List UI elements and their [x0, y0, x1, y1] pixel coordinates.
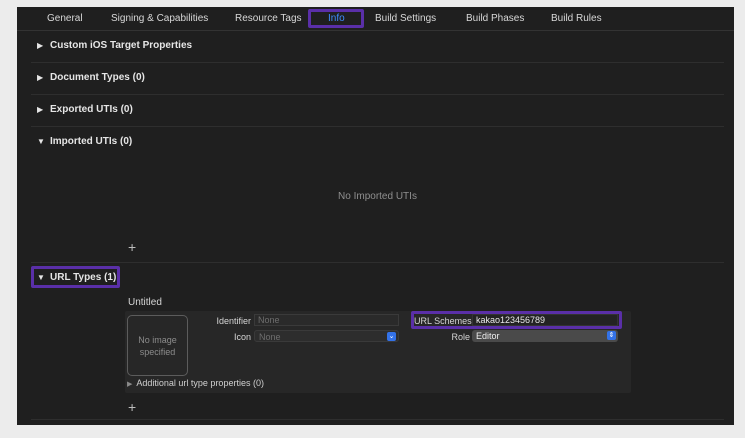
- url-type-name: Untitled: [128, 297, 162, 308]
- identifier-label: Identifier: [216, 316, 251, 326]
- section-title: Custom iOS Target Properties: [50, 40, 193, 51]
- empty-state-text: No Imported UTIs: [338, 191, 417, 202]
- section-header-custom[interactable]: ▶ Custom iOS Target Properties: [37, 40, 192, 51]
- additional-properties-row[interactable]: ▶ Additional url type properties (0): [127, 378, 264, 388]
- disclosure-expanded-icon[interactable]: ▼: [37, 137, 47, 146]
- section-title: Document Types (0): [50, 72, 145, 83]
- role-label: Role: [451, 332, 470, 342]
- section-title: Imported UTIs (0): [50, 136, 133, 147]
- tab-build-phases[interactable]: Build Phases: [466, 12, 524, 26]
- add-url-type-button[interactable]: +: [128, 400, 136, 414]
- section-title: Exported UTIs (0): [50, 104, 133, 115]
- url-type-image-well[interactable]: No image specified: [127, 315, 188, 376]
- tab-general[interactable]: General: [47, 12, 83, 26]
- section-header-imported-utis[interactable]: ▼ Imported UTIs (0): [37, 136, 132, 147]
- disclosure-collapsed-icon[interactable]: ▶: [37, 73, 47, 82]
- info-editor-window: General Signing & Capabilities Resource …: [17, 7, 734, 425]
- disclosure-collapsed-icon[interactable]: ▶: [37, 105, 47, 114]
- additional-properties-label: Additional url type properties (0): [136, 378, 264, 388]
- tab-build-rules[interactable]: Build Rules: [551, 12, 602, 26]
- up-down-chevrons-icon: ⇕: [607, 331, 616, 340]
- tab-signing-capabilities[interactable]: Signing & Capabilities: [111, 12, 208, 26]
- section-imported-utis: ▼ Imported UTIs (0) No Imported UTIs +: [31, 127, 724, 263]
- url-schemes-highlight: [411, 311, 622, 329]
- url-types-highlight: [31, 266, 120, 288]
- section-header-exported-utis[interactable]: ▶ Exported UTIs (0): [37, 104, 133, 115]
- identifier-field[interactable]: None: [254, 314, 399, 326]
- icon-label: Icon: [233, 332, 251, 342]
- role-popup-value: Editor: [476, 331, 500, 341]
- add-imported-uti-button[interactable]: +: [128, 240, 136, 254]
- chevron-down-icon: ⌄: [387, 332, 396, 341]
- info-tab-highlight: [308, 9, 364, 28]
- url-type-panel: No image specified Identifier None Icon …: [125, 311, 631, 393]
- section-exported-utis: ▶ Exported UTIs (0): [31, 95, 724, 127]
- section-custom-ios-target-properties: ▶ Custom iOS Target Properties: [31, 32, 724, 63]
- section-document-types: ▶ Document Types (0): [31, 63, 724, 95]
- section-url-types: ▼ URL Types (1) Untitled No image specifi…: [31, 263, 724, 420]
- icon-popup[interactable]: None ⌄: [254, 330, 399, 342]
- tab-build-settings[interactable]: Build Settings: [375, 12, 436, 26]
- editor-tab-bar: General Signing & Capabilities Resource …: [17, 7, 734, 31]
- section-header-document-types[interactable]: ▶ Document Types (0): [37, 72, 145, 83]
- role-popup[interactable]: Editor ⇕: [472, 330, 618, 342]
- disclosure-collapsed-icon[interactable]: ▶: [127, 381, 132, 388]
- icon-popup-value: None: [259, 332, 281, 342]
- tab-resource-tags[interactable]: Resource Tags: [235, 12, 302, 26]
- disclosure-collapsed-icon[interactable]: ▶: [37, 41, 47, 50]
